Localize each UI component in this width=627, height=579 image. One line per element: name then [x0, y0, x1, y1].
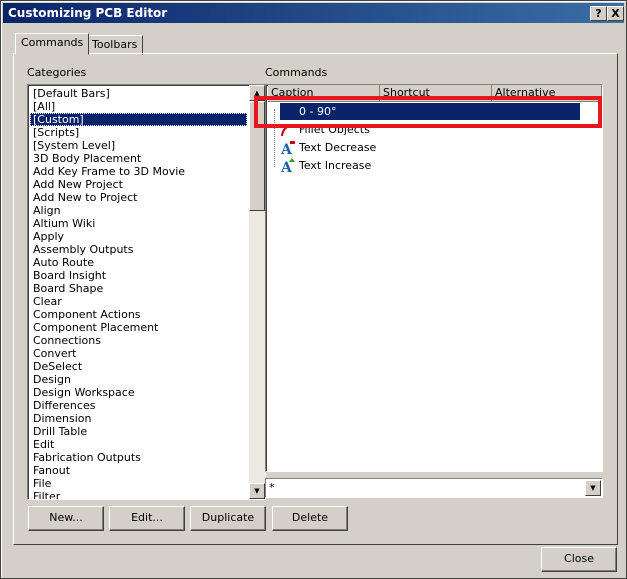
chevron-down-icon[interactable]: ▼ [585, 480, 601, 496]
window-title: Customizing PCB Editor [8, 6, 168, 20]
text-increase-icon: A [280, 158, 296, 176]
command-item[interactable]: A Text Decrease [280, 139, 377, 158]
customizing-dialog: Customizing PCB Editor ? X Commands Tool… [0, 0, 627, 579]
scroll-down-button[interactable]: ▼ [249, 483, 265, 499]
category-item[interactable]: Align [30, 204, 247, 217]
category-item[interactable]: Convert [30, 347, 247, 360]
category-item[interactable]: [Default Bars] [30, 87, 247, 100]
close-window-button[interactable]: X [607, 6, 624, 21]
category-item[interactable]: Board Insight [30, 269, 247, 282]
categories-scrollbar[interactable]: ▲ ▼ [249, 85, 265, 499]
category-item[interactable]: Differences [30, 399, 247, 412]
category-item[interactable]: Fanout [30, 464, 247, 477]
category-item[interactable]: Component Placement [30, 321, 247, 334]
category-item[interactable]: DeSelect [30, 360, 247, 373]
category-item[interactable]: Filter [30, 490, 247, 499]
highlight-box [254, 96, 602, 128]
tab-toolbars[interactable]: Toolbars [86, 35, 144, 55]
close-button[interactable]: Close [541, 547, 617, 572]
category-item[interactable]: Connections [30, 334, 247, 347]
text-decrease-icon: A [280, 140, 296, 158]
category-item[interactable]: Board Shape [30, 282, 247, 295]
command-filter-combo[interactable]: * ▼ [265, 478, 603, 498]
category-item[interactable]: Component Actions [30, 308, 247, 321]
commands-list[interactable]: Caption Shortcut Alternative 0 - 90° Fill… [265, 84, 603, 472]
category-item[interactable]: Add Key Frame to 3D Movie [30, 165, 247, 178]
categories-label: Categories [27, 66, 87, 79]
commands-label: Commands [265, 66, 328, 79]
tab-panel: Categories [Default Bars] [All] [Custom] [S… [13, 53, 618, 545]
delete-button[interactable]: Delete [272, 506, 348, 531]
new-button[interactable]: New... [28, 506, 104, 531]
category-item[interactable]: Design Workspace [30, 386, 247, 399]
category-item[interactable]: Add New Project [30, 178, 247, 191]
help-button[interactable]: ? [590, 6, 607, 21]
filter-value: * [269, 481, 275, 494]
category-item[interactable]: Dimension [30, 412, 247, 425]
category-item[interactable]: 3D Body Placement [30, 152, 247, 165]
category-item[interactable]: Assembly Outputs [30, 243, 247, 256]
category-item[interactable]: Fabrication Outputs [30, 451, 247, 464]
category-item[interactable]: Edit [30, 438, 247, 451]
category-item[interactable]: Design [30, 373, 247, 386]
svg-text:A: A [280, 160, 293, 174]
category-item[interactable]: [Scripts] [30, 126, 247, 139]
category-item[interactable]: Drill Table [30, 425, 247, 438]
command-item[interactable]: A Text Increase [280, 157, 372, 176]
svg-text:A: A [280, 142, 293, 156]
category-item[interactable]: Altium Wiki [30, 217, 247, 230]
category-item[interactable]: Apply [30, 230, 247, 243]
category-item[interactable]: Auto Route [30, 256, 247, 269]
categories-list[interactable]: [Default Bars] [All] [Custom] [Scripts] [Sys… [27, 84, 266, 500]
edit-button[interactable]: Edit... [109, 506, 185, 531]
category-item[interactable]: Add New to Project [30, 191, 247, 204]
tab-commands[interactable]: Commands [15, 33, 90, 55]
command-caption: Text Increase [299, 159, 372, 172]
title-bar[interactable]: Customizing PCB Editor ? X [3, 3, 624, 23]
duplicate-button[interactable]: Duplicate [190, 506, 266, 531]
category-item[interactable]: [All] [30, 100, 247, 113]
category-item[interactable]: [Custom] [30, 113, 247, 126]
category-item[interactable]: [System Level] [30, 139, 247, 152]
command-caption: Text Decrease [299, 141, 377, 154]
category-item[interactable]: File [30, 477, 247, 490]
category-item[interactable]: Clear [30, 295, 247, 308]
